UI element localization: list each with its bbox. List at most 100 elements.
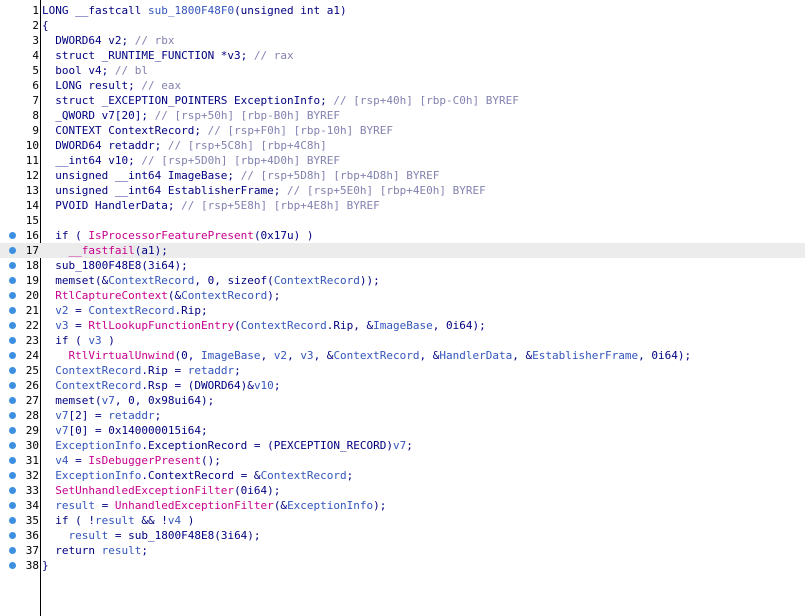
- code-line[interactable]: 31 v4 = IsDebuggerPresent();: [0, 453, 805, 468]
- code-text[interactable]: RtlCaptureContext(&ContextRecord);: [42, 288, 280, 303]
- breakpoint-dot-icon[interactable]: [9, 532, 16, 539]
- breakpoint-dot-icon[interactable]: [9, 322, 16, 329]
- code-text[interactable]: if ( v3 ): [42, 333, 115, 348]
- code-line[interactable]: 14 PVOID HandlerData; // [rsp+5E8h] [rbp…: [0, 198, 805, 213]
- code-line[interactable]: 25 ContextRecord.Rip = retaddr;: [0, 363, 805, 378]
- code-line[interactable]: 35 if ( !result && !v4 ): [0, 513, 805, 528]
- code-line[interactable]: 26 ContextRecord.Rsp = (DWORD64)&v10;: [0, 378, 805, 393]
- code-line[interactable]: 28 v7[2] = retaddr;: [0, 408, 805, 423]
- code-text[interactable]: CONTEXT ContextRecord; // [rsp+F0h] [rbp…: [42, 123, 393, 138]
- code-line[interactable]: 18 sub_1800F48E8(3i64);: [0, 258, 805, 273]
- code-text[interactable]: memset(&ContextRecord, 0, sizeof(Context…: [42, 273, 380, 288]
- code-text[interactable]: memset(v7, 0, 0x98ui64);: [42, 393, 214, 408]
- code-line[interactable]: 33 SetUnhandledExceptionFilter(0i64);: [0, 483, 805, 498]
- code-text[interactable]: if ( IsProcessorFeaturePresent(0x17u) ): [42, 228, 313, 243]
- code-line[interactable]: 36 result = sub_1800F48E8(3i64);: [0, 528, 805, 543]
- breakpoint-dot-icon[interactable]: [9, 487, 16, 494]
- code-text[interactable]: ContextRecord.Rsp = (DWORD64)&v10;: [42, 378, 280, 393]
- code-line[interactable]: 19 memset(&ContextRecord, 0, sizeof(Cont…: [0, 273, 805, 288]
- breakpoint-dot-icon[interactable]: [9, 382, 16, 389]
- code-line[interactable]: 10 DWORD64 retaddr; // [rsp+5C8h] [rbp+4…: [0, 138, 805, 153]
- breakpoint-dot-icon[interactable]: [9, 352, 16, 359]
- breakpoint-dot-icon[interactable]: [9, 517, 16, 524]
- code-line[interactable]: 24 RtlVirtualUnwind(0, ImageBase, v2, v3…: [0, 348, 805, 363]
- code-text[interactable]: unsigned __int64 EstablisherFrame; // [r…: [42, 183, 486, 198]
- breakpoint-dot-icon[interactable]: [9, 337, 16, 344]
- code-text[interactable]: LONG result; // eax: [42, 78, 181, 93]
- code-text[interactable]: v3 = RtlLookupFunctionEntry(ContextRecor…: [42, 318, 486, 333]
- breakpoint-dot-icon[interactable]: [9, 502, 16, 509]
- breakpoint-dot-icon[interactable]: [9, 307, 16, 314]
- code-text[interactable]: }: [42, 558, 49, 573]
- code-line[interactable]: 8 _QWORD v7[20]; // [rsp+50h] [rbp-B0h] …: [0, 108, 805, 123]
- code-text[interactable]: ExceptionInfo.ContextRecord = &ContextRe…: [42, 468, 353, 483]
- code-text[interactable]: v7[2] = retaddr;: [42, 408, 161, 423]
- code-text[interactable]: return result;: [42, 543, 148, 558]
- code-text[interactable]: struct _RUNTIME_FUNCTION *v3; // rax: [42, 48, 293, 63]
- pseudocode-listing[interactable]: 1 LONG __fastcall sub_1800F48F0(unsigned …: [0, 3, 805, 573]
- code-text[interactable]: if ( !result && !v4 ): [42, 513, 194, 528]
- code-text[interactable]: DWORD64 retaddr; // [rsp+5C8h] [rbp+4C8h…: [42, 138, 327, 153]
- code-text[interactable]: __fastfail(a1);: [42, 243, 168, 258]
- breakpoint-dot-icon[interactable]: [9, 232, 16, 239]
- breakpoint-dot-icon[interactable]: [9, 547, 16, 554]
- code-line[interactable]: 27 memset(v7, 0, 0x98ui64);: [0, 393, 805, 408]
- code-line[interactable]: 22 v3 = RtlLookupFunctionEntry(ContextRe…: [0, 318, 805, 333]
- breakpoint-dot-icon[interactable]: [9, 412, 16, 419]
- code-text[interactable]: result = sub_1800F48E8(3i64);: [42, 528, 260, 543]
- code-line[interactable]: 7 struct _EXCEPTION_POINTERS ExceptionIn…: [0, 93, 805, 108]
- code-line[interactable]: 34 result = UnhandledExceptionFilter(&Ex…: [0, 498, 805, 513]
- breakpoint-dot-icon[interactable]: [9, 457, 16, 464]
- code-text[interactable]: LONG __fastcall sub_1800F48F0(unsigned i…: [42, 3, 347, 18]
- code-text[interactable]: bool v4; // bl: [42, 63, 148, 78]
- breakpoint-dot-icon[interactable]: [9, 427, 16, 434]
- code-line[interactable]: 5 bool v4; // bl: [0, 63, 805, 78]
- code-line[interactable]: 30 ExceptionInfo.ExceptionRecord = (PEXC…: [0, 438, 805, 453]
- code-text[interactable]: v2 = ContextRecord.Rip;: [42, 303, 207, 318]
- code-line[interactable]: 1 LONG __fastcall sub_1800F48F0(unsigned …: [0, 3, 805, 18]
- breakpoint-dot-icon[interactable]: [9, 247, 16, 254]
- code-line[interactable]: 37 return result;: [0, 543, 805, 558]
- code-line[interactable]: 20 RtlCaptureContext(&ContextRecord);: [0, 288, 805, 303]
- code-line[interactable]: 2{: [0, 18, 805, 33]
- code-line[interactable]: 32 ExceptionInfo.ContextRecord = &Contex…: [0, 468, 805, 483]
- code-line[interactable]: 15: [0, 213, 805, 228]
- code-line[interactable]: 17 __fastfail(a1);: [0, 243, 805, 258]
- breakpoint-dot-icon[interactable]: [9, 367, 16, 374]
- breakpoint-dot-icon[interactable]: [9, 262, 16, 269]
- code-line[interactable]: 11 __int64 v10; // [rsp+5D0h] [rbp+4D0h]…: [0, 153, 805, 168]
- code-text[interactable]: __int64 v10; // [rsp+5D0h] [rbp+4D0h] BY…: [42, 153, 340, 168]
- code-text[interactable]: DWORD64 v2; // rbx: [42, 33, 174, 48]
- code-text[interactable]: ExceptionInfo.ExceptionRecord = (PEXCEPT…: [42, 438, 413, 453]
- code-line[interactable]: 3 DWORD64 v2; // rbx: [0, 33, 805, 48]
- breakpoint-dot-icon[interactable]: [9, 292, 16, 299]
- code-line[interactable]: 4 struct _RUNTIME_FUNCTION *v3; // rax: [0, 48, 805, 63]
- code-text[interactable]: SetUnhandledExceptionFilter(0i64);: [42, 483, 280, 498]
- code-text[interactable]: sub_1800F48E8(3i64);: [42, 258, 187, 273]
- code-line[interactable]: 12 unsigned __int64 ImageBase; // [rsp+5…: [0, 168, 805, 183]
- code-text[interactable]: _QWORD v7[20]; // [rsp+50h] [rbp-B0h] BY…: [42, 108, 340, 123]
- code-token: // [rsp+5C8h] [rbp+4C8h]: [167, 139, 327, 152]
- code-text[interactable]: {: [42, 18, 49, 33]
- code-text[interactable]: v7[0] = 0x140000015i64;: [42, 423, 207, 438]
- breakpoint-dot-icon[interactable]: [9, 442, 16, 449]
- code-line[interactable]: 13 unsigned __int64 EstablisherFrame; //…: [0, 183, 805, 198]
- breakpoint-dot-icon[interactable]: [9, 472, 16, 479]
- breakpoint-dot-icon[interactable]: [9, 562, 16, 569]
- code-line[interactable]: 16 if ( IsProcessorFeaturePresent(0x17u)…: [0, 228, 805, 243]
- code-text[interactable]: PVOID HandlerData; // [rsp+5E8h] [rbp+4E…: [42, 198, 380, 213]
- code-text[interactable]: struct _EXCEPTION_POINTERS ExceptionInfo…: [42, 93, 519, 108]
- code-line[interactable]: 9 CONTEXT ContextRecord; // [rsp+F0h] [r…: [0, 123, 805, 138]
- code-text[interactable]: v4 = IsDebuggerPresent();: [42, 453, 221, 468]
- code-text[interactable]: RtlVirtualUnwind(0, ImageBase, v2, v3, &…: [42, 348, 691, 363]
- breakpoint-dot-icon[interactable]: [9, 277, 16, 284]
- breakpoint-dot-icon[interactable]: [9, 397, 16, 404]
- code-line[interactable]: 23 if ( v3 ): [0, 333, 805, 348]
- code-line[interactable]: 6 LONG result; // eax: [0, 78, 805, 93]
- code-line[interactable]: 21 v2 = ContextRecord.Rip;: [0, 303, 805, 318]
- code-text[interactable]: ContextRecord.Rip = retaddr;: [42, 363, 240, 378]
- code-text[interactable]: unsigned __int64 ImageBase; // [rsp+5D8h…: [42, 168, 439, 183]
- code-line[interactable]: 29 v7[0] = 0x140000015i64;: [0, 423, 805, 438]
- code-line[interactable]: 38}: [0, 558, 805, 573]
- code-text[interactable]: result = UnhandledExceptionFilter(&Excep…: [42, 498, 386, 513]
